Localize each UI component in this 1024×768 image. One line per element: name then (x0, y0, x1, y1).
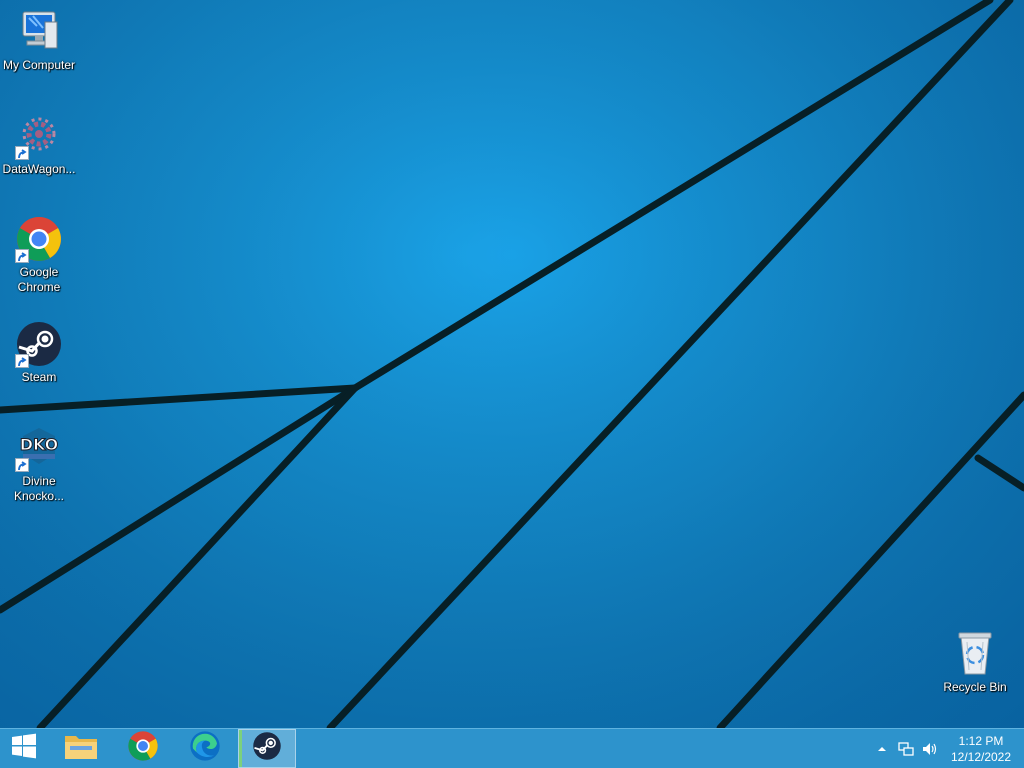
network-icon[interactable] (898, 741, 914, 757)
desktop-icon-label: Recycle Bin (943, 680, 1007, 694)
volume-icon[interactable] (922, 741, 938, 757)
desktop-icon-label: Steam (21, 370, 57, 384)
wallpaper (0, 0, 1024, 728)
shortcut-arrow-icon (15, 146, 29, 160)
computer-icon (15, 8, 63, 56)
taskbar-edge-button[interactable] (176, 729, 234, 768)
desktop[interactable]: My Computer DataWagon... Google Chrome S… (0, 0, 1024, 728)
clock-date: 12/12/2022 (950, 750, 1012, 764)
edge-icon (189, 730, 221, 767)
desktop-icon-label: DataWagon... (2, 162, 76, 176)
desktop-icon-steam[interactable]: Steam (0, 320, 78, 385)
clock-time: 1:12 PM (958, 734, 1004, 748)
taskbar-chrome-button[interactable] (114, 729, 172, 768)
desktop-icon-label: Divine Knocko... (13, 474, 65, 503)
shortcut-arrow-icon (15, 249, 29, 263)
taskbar: 1:12 PM 12/12/2022 (0, 728, 1024, 768)
desktop-icon-recycle-bin[interactable]: Recycle Bin (936, 630, 1014, 695)
show-hidden-icons-chevron-icon[interactable] (874, 741, 890, 757)
folder-icon (64, 731, 98, 766)
start-button[interactable] (0, 729, 48, 768)
svg-text:DKO: DKO (20, 435, 59, 454)
steam-icon (15, 320, 63, 368)
datawagon-icon (15, 112, 63, 160)
desktop-icon-datawagon[interactable]: DataWagon... (0, 112, 78, 177)
desktop-icon-google-chrome[interactable]: Google Chrome (0, 215, 78, 295)
shortcut-arrow-icon (15, 458, 29, 472)
steam-icon (252, 731, 282, 766)
chrome-icon (127, 730, 159, 767)
taskbar-file-explorer-button[interactable] (52, 729, 110, 768)
taskbar-steam-button[interactable] (238, 729, 296, 768)
desktop-icon-label: My Computer (2, 58, 76, 72)
desktop-icon-label: Google Chrome (17, 265, 61, 294)
taskbar-clock[interactable]: 1:12 PM 12/12/2022 (946, 733, 1016, 765)
chrome-icon (15, 215, 63, 263)
desktop-icon-my-computer[interactable]: My Computer (0, 8, 78, 73)
windows-start-icon (11, 733, 37, 764)
recycle-bin-icon (951, 630, 999, 678)
desktop-icon-divine-knockout[interactable]: DKO Divine Knocko... (0, 424, 78, 504)
dko-game-icon: DKO (15, 424, 63, 472)
shortcut-arrow-icon (15, 354, 29, 368)
